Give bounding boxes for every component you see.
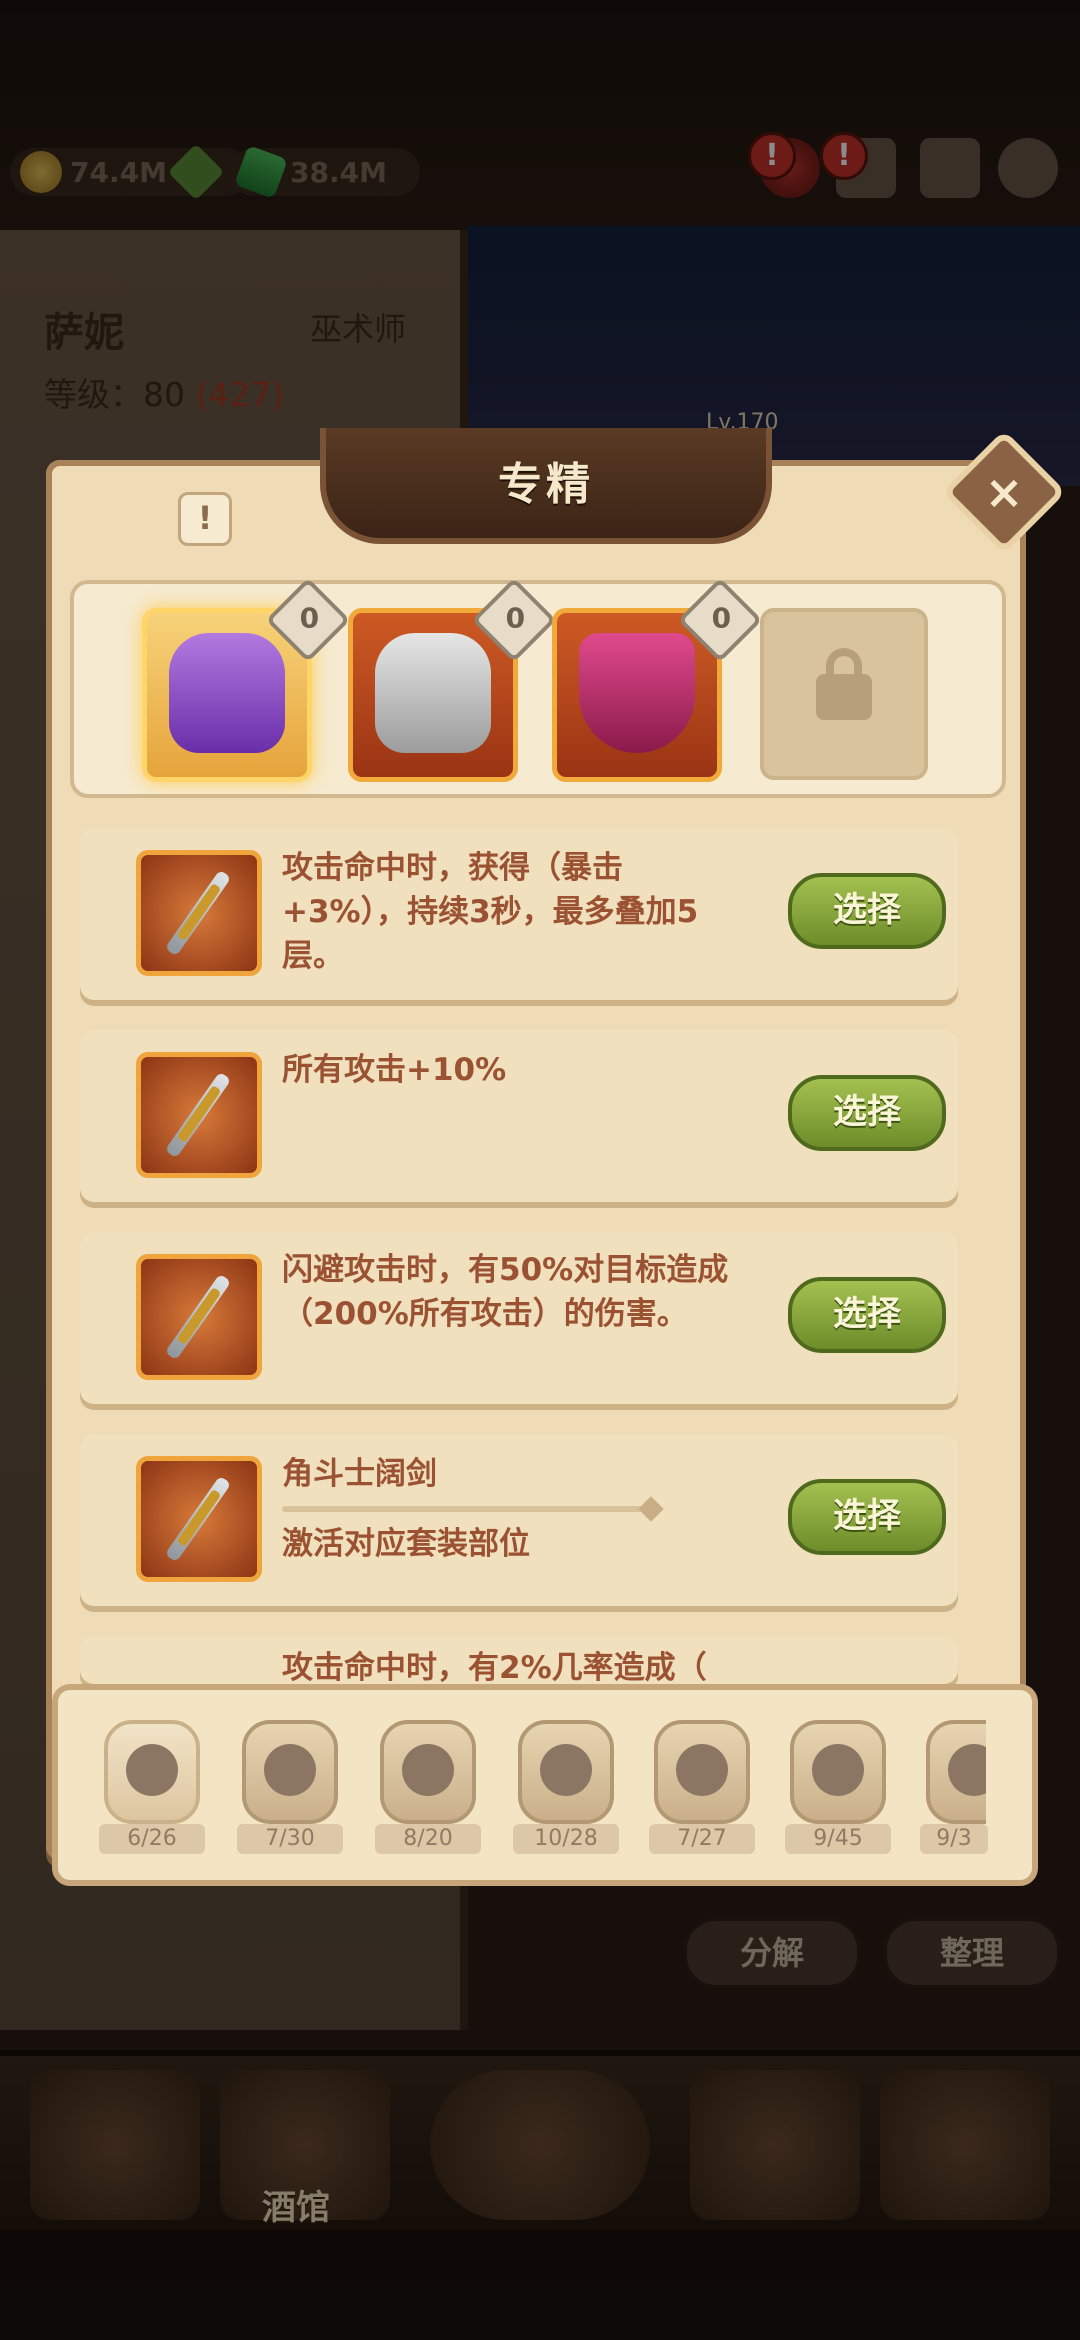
select-button[interactable]: 选择 (788, 1277, 946, 1353)
slot-locked (760, 608, 928, 780)
info-button[interactable]: ! (178, 492, 232, 546)
bear-icon (812, 1744, 864, 1796)
lock-icon (816, 674, 872, 720)
necklace-icon (579, 633, 695, 753)
dagger-icon (136, 1254, 262, 1380)
option-text: 所有攻击+10% (282, 1052, 507, 1088)
filter-count: 7/27 (649, 1824, 755, 1854)
filter-count: 7/30 (237, 1824, 343, 1854)
filter-dagger[interactable] (380, 1720, 476, 1824)
modal-header: 专精 (320, 428, 772, 544)
shield-icon (540, 1744, 592, 1796)
filter-book[interactable] (654, 1720, 750, 1824)
book-icon (676, 1744, 728, 1796)
option-title: 角斗士阔剑 (282, 1456, 437, 1492)
option-text: 攻击命中时，有2%几率造成（ (282, 1650, 707, 1684)
select-button[interactable]: 选择 (788, 1479, 946, 1555)
filter-count: 9/45 (785, 1824, 891, 1854)
meat-icon (264, 1744, 316, 1796)
filter-count: 10/28 (513, 1824, 619, 1854)
select-button[interactable]: 选择 (788, 1075, 946, 1151)
filter-count: 9/3 (920, 1824, 988, 1854)
filter-count: 6/26 (99, 1824, 205, 1854)
option-text: 闪避攻击时，有50%对目标造成（200%所有攻击）的伤害。 (282, 1252, 729, 1332)
filter-boots[interactable] (104, 1720, 200, 1824)
sword-icon (136, 850, 262, 976)
dagger-icon (402, 1744, 454, 1796)
filter-bear[interactable] (790, 1720, 886, 1824)
filter-shield[interactable] (518, 1720, 614, 1824)
filter-food[interactable] (242, 1720, 338, 1824)
select-button[interactable]: 选择 (788, 873, 946, 949)
modal-title: 专精 (498, 459, 594, 510)
mask-icon (375, 633, 491, 753)
option-subtext: 激活对应套装部位 (282, 1526, 530, 1562)
spec-option-card: 攻击命中时，有2%几率造成（ (80, 1636, 958, 1684)
option-text: 攻击命中时，获得（暴击+3%），持续3秒，最多叠加5层。 (282, 850, 699, 974)
sword-icon (136, 1052, 262, 1178)
cloak-icon (169, 633, 285, 753)
set-progress (282, 1496, 664, 1522)
close-icon: × (984, 465, 1024, 519)
filter-count: 8/20 (375, 1824, 481, 1854)
filter-staff[interactable] (926, 1720, 986, 1824)
boot-icon (126, 1744, 178, 1796)
broadsword-icon (136, 1456, 262, 1582)
